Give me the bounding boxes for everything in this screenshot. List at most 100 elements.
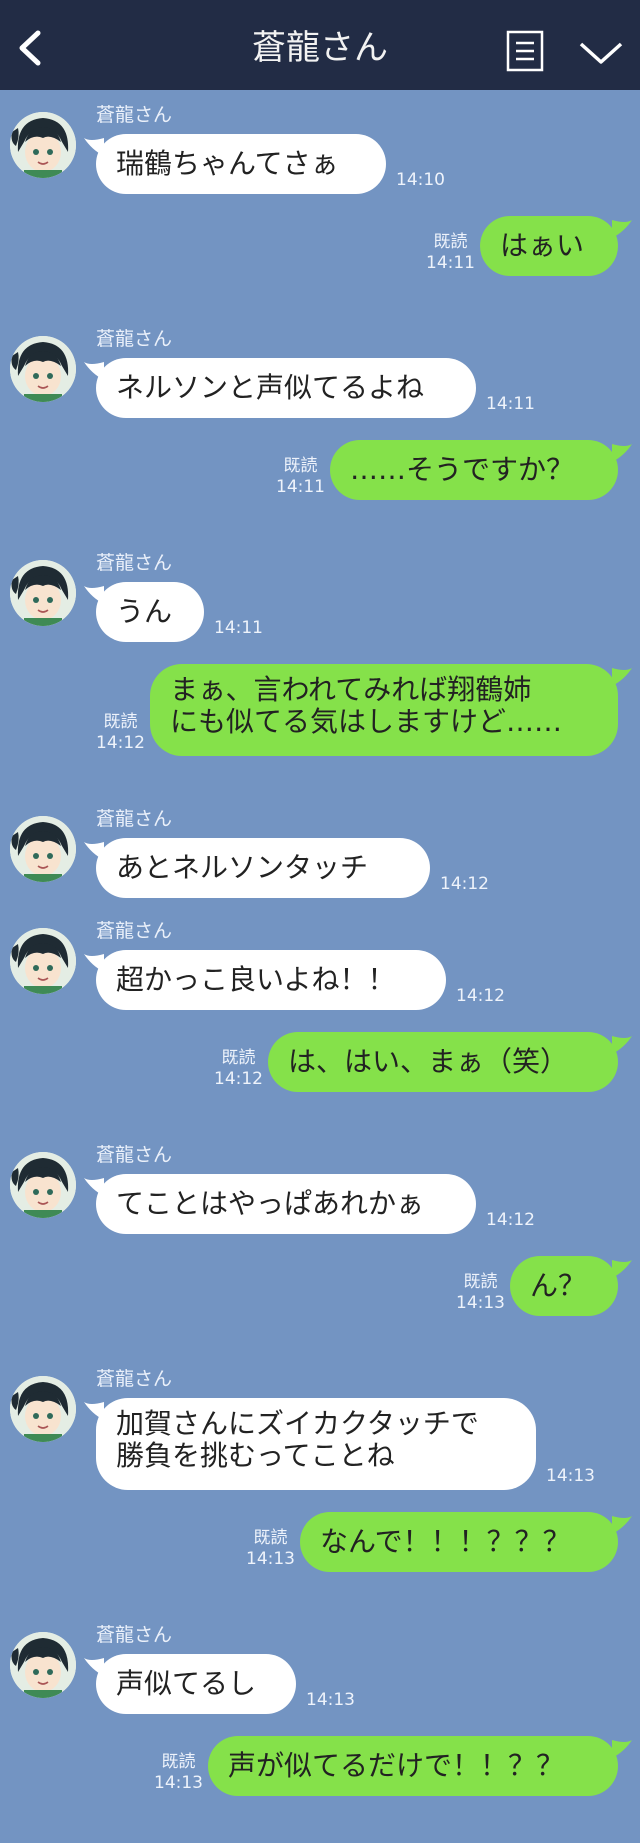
outgoing-message: はぁい 既読 14:11 xyxy=(0,212,640,312)
chat-header: 蒼龍さん xyxy=(0,0,640,90)
avatar-image xyxy=(10,928,76,994)
outgoing-message: ……そうですか？ 既読 14:11 xyxy=(0,436,640,536)
message-text: ……そうですか？ xyxy=(350,453,575,486)
message-text: てことはやっぱあれかぁ xyxy=(116,1187,425,1220)
avatar-image xyxy=(10,336,76,402)
incoming-message: 蒼龍さん加賀さんにズイカクタッチで 勝負を挑むってことね 14:13 xyxy=(0,1364,640,1496)
message-time: 14:11 xyxy=(426,253,475,273)
message-time: 14:10 xyxy=(396,170,445,190)
incoming-message: 蒼龍さん超かっこ良いよね！！ 14:12 xyxy=(0,916,640,1016)
avatar-image xyxy=(10,1376,76,1442)
message-text: 声が似てるだけで！！？？ xyxy=(228,1749,565,1782)
sender-name: 蒼龍さん xyxy=(96,808,173,830)
message-bubble[interactable]: ネルソンと声似てるよね xyxy=(96,358,476,418)
message-time: 14:13 xyxy=(546,1466,595,1486)
message-bubble[interactable]: あとネルソンタッチ xyxy=(96,838,430,898)
outgoing-message: ん？ 既読 14:13 xyxy=(0,1252,640,1352)
message-time: 14:11 xyxy=(486,394,535,414)
message-bubble[interactable]: 瑞鶴ちゃんてさぁ xyxy=(96,134,386,194)
message-time: 14:11 xyxy=(214,618,263,638)
incoming-message: 蒼龍さんあとネルソンタッチ 14:12 xyxy=(0,804,640,904)
message-bubble[interactable]: うん xyxy=(96,582,204,642)
incoming-message: 蒼龍さんうん 14:11 xyxy=(0,548,640,648)
read-label: 既読 xyxy=(253,1528,288,1548)
message-line: にも似てる気はしますけど…… xyxy=(170,705,563,738)
read-receipt: 既読 14:11 xyxy=(276,456,325,498)
read-receipt: 既読 14:13 xyxy=(154,1752,203,1794)
message-text: 瑞鶴ちゃんてさぁ xyxy=(116,147,339,180)
message-time: 14:11 xyxy=(276,477,325,497)
message-time: 14:13 xyxy=(306,1690,355,1710)
avatar[interactable] xyxy=(10,336,76,402)
incoming-message: 蒼龍さん瑞鶴ちゃんてさぁ 14:10 xyxy=(0,100,640,200)
sender-name: 蒼龍さん xyxy=(96,328,173,350)
outgoing-message: 声が似てるだけで！！？？ 既読 14:13 xyxy=(0,1732,640,1832)
avatar-image xyxy=(10,560,76,626)
read-label: 既読 xyxy=(221,1048,256,1068)
message-line: 加賀さんにズイカクタッチで xyxy=(116,1407,479,1440)
read-label: 既読 xyxy=(161,1752,196,1772)
read-receipt: 既読 14:12 xyxy=(214,1048,263,1090)
message-bubble[interactable]: まぁ、言われてみれば翔鶴姉 にも似てる気はしますけど…… xyxy=(150,664,618,756)
message-bubble[interactable]: 声似てるし xyxy=(96,1654,296,1714)
read-receipt: 既読 14:13 xyxy=(246,1528,295,1570)
avatar[interactable] xyxy=(10,1152,76,1218)
menu-icon[interactable] xyxy=(506,30,544,72)
avatar[interactable] xyxy=(10,1376,76,1442)
message-time: 14:13 xyxy=(456,1293,505,1313)
message-text: 超かっこ良いよね！！ xyxy=(116,963,396,996)
avatar[interactable] xyxy=(10,816,76,882)
message-bubble[interactable]: なんで！！！？？？ xyxy=(300,1512,618,1572)
read-label: 既読 xyxy=(103,712,138,732)
avatar[interactable] xyxy=(10,928,76,994)
sender-name: 蒼龍さん xyxy=(96,1144,173,1166)
read-receipt: 既読 14:13 xyxy=(456,1272,505,1314)
message-bubble[interactable]: は、はい、まぁ（笑） xyxy=(268,1032,618,1092)
sender-name: 蒼龍さん xyxy=(96,1368,173,1390)
avatar[interactable] xyxy=(10,560,76,626)
message-line: まぁ、言われてみれば翔鶴姉 xyxy=(170,673,532,706)
avatar-image xyxy=(10,112,76,178)
message-text: 声似てるし xyxy=(116,1667,257,1700)
sender-name: 蒼龍さん xyxy=(96,552,173,574)
incoming-message: 蒼龍さんネルソンと声似てるよね 14:11 xyxy=(0,324,640,424)
message-text: はぁい xyxy=(500,229,585,262)
incoming-message: 蒼龍さんてことはやっぱあれかぁ 14:12 xyxy=(0,1140,640,1240)
message-text: は、はい、まぁ（笑） xyxy=(288,1045,569,1078)
outgoing-message: は、はい、まぁ（笑） 既読 14:12 xyxy=(0,1028,640,1128)
sender-name: 蒼龍さん xyxy=(96,920,173,942)
message-time: 14:12 xyxy=(440,874,489,894)
message-bubble[interactable]: 声が似てるだけで！！？？ xyxy=(208,1736,618,1796)
message-bubble[interactable]: ん？ xyxy=(510,1256,618,1316)
sender-name: 蒼龍さん xyxy=(96,1624,173,1646)
read-receipt: 既読 14:11 xyxy=(426,232,475,274)
message-time: 14:12 xyxy=(486,1210,535,1230)
avatar-image xyxy=(10,816,76,882)
message-time: 14:13 xyxy=(154,1773,203,1793)
message-time: 14:13 xyxy=(246,1549,295,1569)
outgoing-message: なんで！！！？？？ 既読 14:13 xyxy=(0,1508,640,1608)
chevron-down-icon[interactable] xyxy=(578,38,624,68)
avatar-image xyxy=(10,1632,76,1698)
message-text: あとネルソンタッチ xyxy=(116,851,369,884)
avatar[interactable] xyxy=(10,112,76,178)
message-bubble[interactable]: 加賀さんにズイカクタッチで 勝負を挑むってことね xyxy=(96,1398,536,1490)
message-time: 14:12 xyxy=(96,733,145,753)
read-label: 既読 xyxy=(463,1272,498,1292)
message-time: 14:12 xyxy=(456,986,505,1006)
chat-title: 蒼龍さん xyxy=(252,28,388,68)
message-bubble[interactable]: てことはやっぱあれかぁ xyxy=(96,1174,476,1234)
message-text: ネルソンと声似てるよね xyxy=(116,371,425,404)
message-time: 14:12 xyxy=(214,1069,263,1089)
sender-name: 蒼龍さん xyxy=(96,104,173,126)
avatar[interactable] xyxy=(10,1632,76,1698)
read-receipt: 既読 14:12 xyxy=(96,712,145,754)
message-text: うん xyxy=(116,595,173,628)
outgoing-message: まぁ、言われてみれば翔鶴姉 にも似てる気はしますけど…… 既読 14:12 xyxy=(0,660,640,792)
message-bubble[interactable]: 超かっこ良いよね！！ xyxy=(96,950,446,1010)
incoming-message: 蒼龍さん声似てるし 14:13 xyxy=(0,1620,640,1720)
message-bubble[interactable]: ……そうですか？ xyxy=(330,440,618,500)
message-line: 勝負を挑むってことね xyxy=(116,1439,395,1472)
read-label: 既読 xyxy=(283,456,318,476)
message-bubble[interactable]: はぁい xyxy=(480,216,618,276)
